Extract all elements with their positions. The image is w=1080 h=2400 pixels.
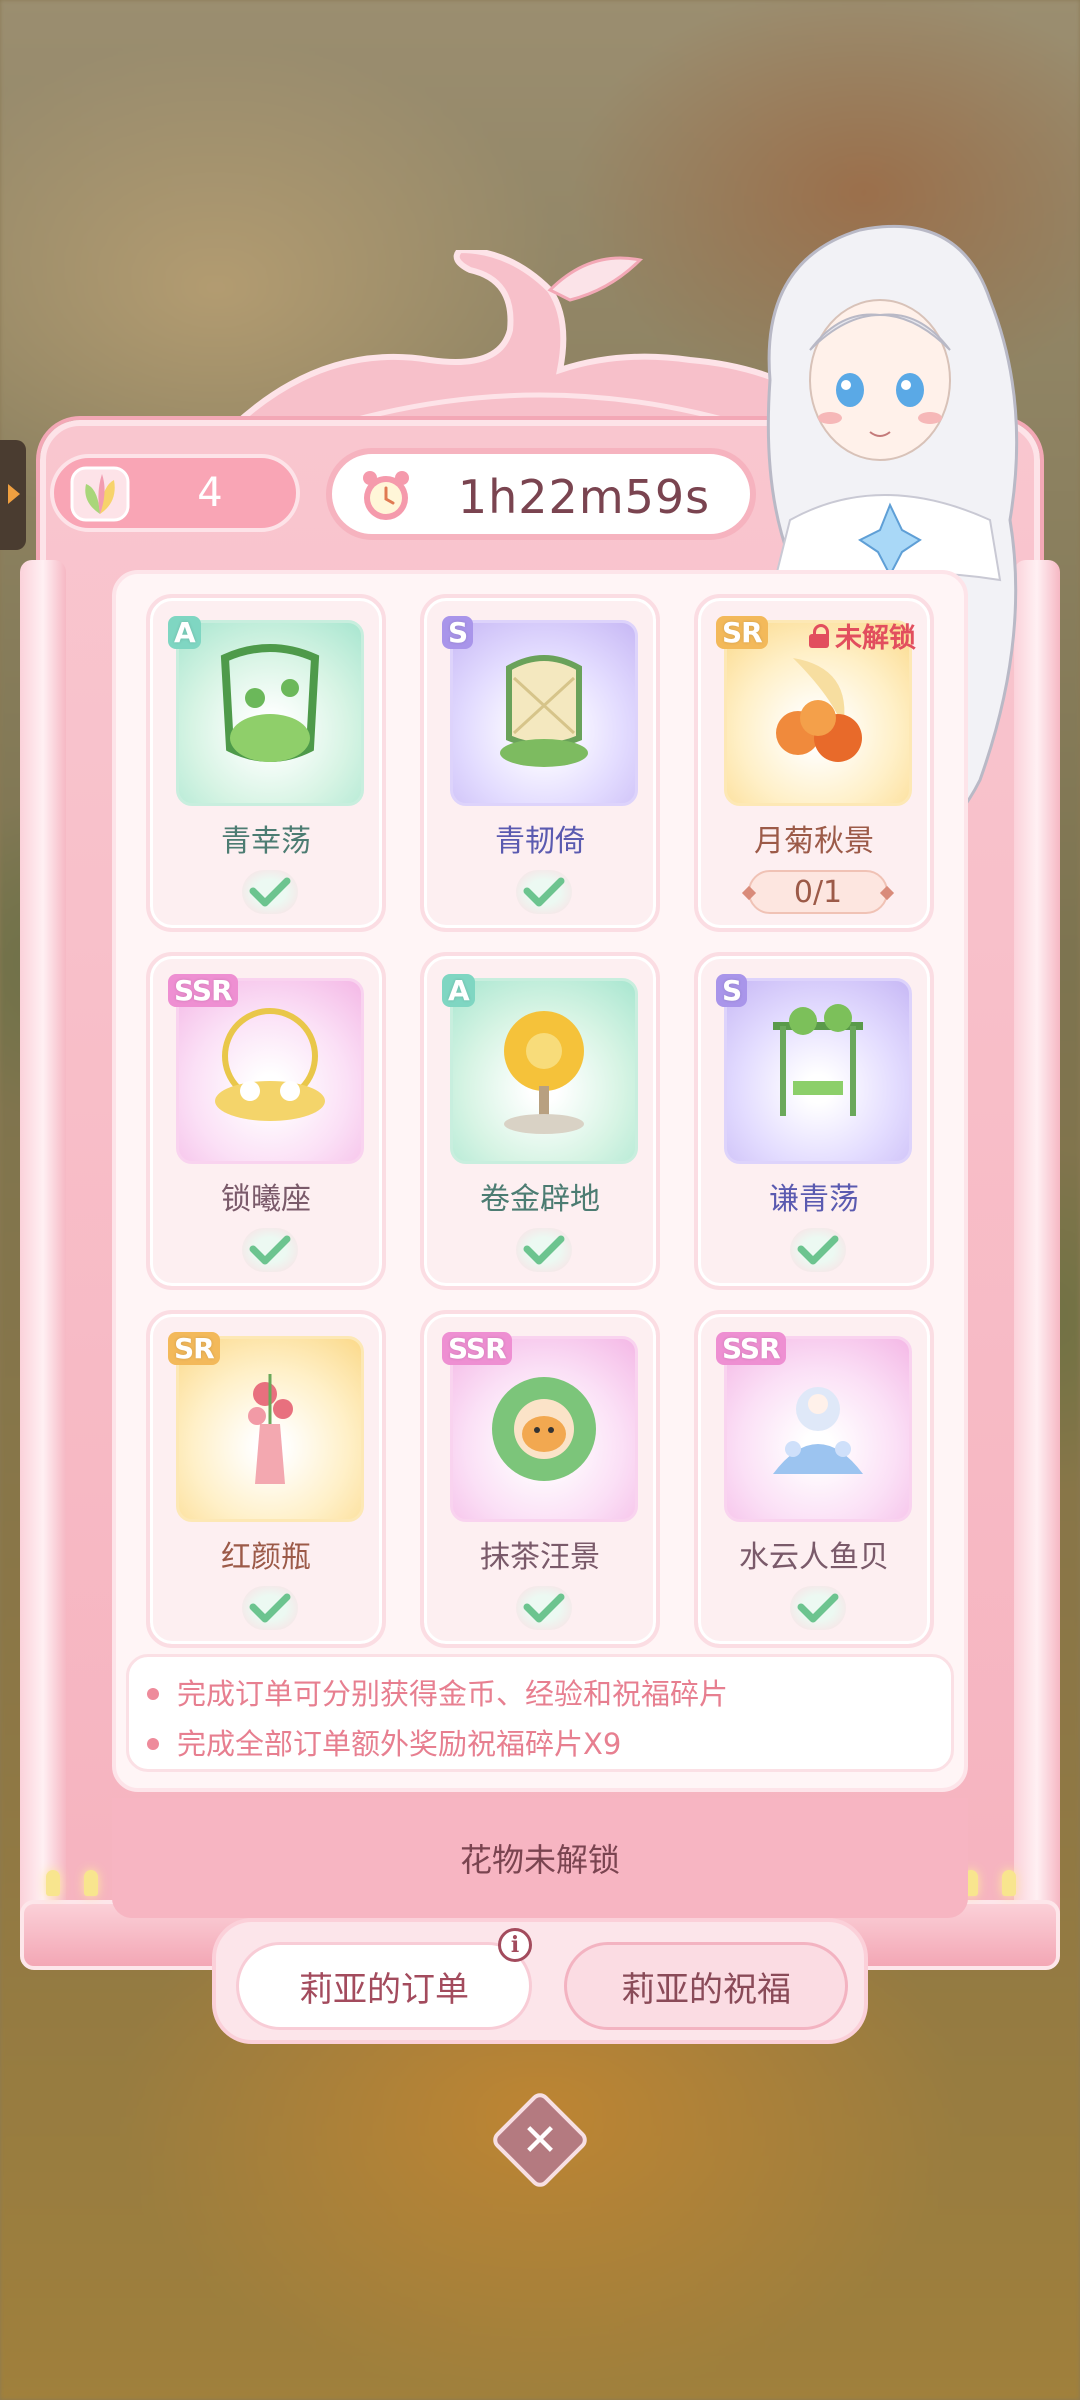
lock-icon bbox=[809, 623, 831, 648]
side-expand-tab[interactable] bbox=[0, 440, 26, 550]
alarm-clock-icon bbox=[363, 471, 409, 520]
bullet-icon bbox=[147, 1688, 159, 1700]
order-card[interactable]: SSR 锁曦座 bbox=[146, 952, 386, 1290]
order-timer: 1h22m59s bbox=[326, 448, 756, 540]
tab-lia-orders[interactable]: 莉亚的订单 bbox=[236, 1942, 532, 2030]
reward-tips: 完成订单可分别获得金币、经验和祝福碎片 完成全部订单额外奖励祝福碎片X9 bbox=[126, 1654, 954, 1772]
item-thumbnail bbox=[724, 978, 912, 1164]
locked-label: 未解锁 bbox=[809, 616, 916, 655]
golden-flower-tree-icon bbox=[504, 1011, 584, 1134]
left-pillar bbox=[20, 560, 66, 1930]
timer-countdown: 1h22m59s bbox=[457, 470, 711, 524]
rarity-badge: SSR bbox=[168, 974, 238, 1007]
completed-check-icon bbox=[790, 1586, 846, 1630]
completed-check-icon bbox=[242, 1228, 298, 1272]
order-card[interactable]: A 卷金辟地 bbox=[420, 952, 660, 1290]
bullet-icon bbox=[147, 1738, 159, 1750]
close-icon[interactable]: ✕ bbox=[504, 2104, 576, 2176]
item-name: 锁曦座 bbox=[221, 1182, 311, 1217]
order-card[interactable]: S 青韧倚 bbox=[420, 594, 660, 932]
order-card[interactable]: SR 红颜瓶 bbox=[146, 1310, 386, 1648]
completed-check-icon bbox=[516, 1586, 572, 1630]
item-thumbnail bbox=[450, 978, 638, 1164]
petal-count: 4 bbox=[197, 470, 223, 516]
rarity-badge: S bbox=[716, 974, 748, 1007]
info-icon[interactable]: i bbox=[498, 1928, 532, 1962]
unlock-status-bar: 花物未解锁 bbox=[112, 1798, 968, 1918]
petal-icon bbox=[70, 466, 130, 522]
moon-chrysanthemum-icon bbox=[776, 658, 862, 762]
order-card[interactable]: SSR 抹茶汪景 bbox=[420, 1310, 660, 1648]
completed-check-icon bbox=[516, 1228, 572, 1272]
red-flower-vase-icon bbox=[248, 1374, 293, 1484]
rarity-badge: SR bbox=[168, 1332, 220, 1365]
rarity-badge: S bbox=[442, 616, 474, 649]
petal-counter[interactable]: 4 bbox=[50, 454, 300, 532]
order-card[interactable]: S 谦青荡 bbox=[694, 952, 934, 1290]
order-progress: 0/1 bbox=[748, 870, 888, 914]
tab-lia-blessing[interactable]: 莉亚的祝福 bbox=[564, 1942, 848, 2030]
rarity-badge: SSR bbox=[716, 1332, 786, 1365]
order-grid: A 青幸荡 S 青韧倚 SR 未解锁 月菊秋景 0/1 SSR 锁曦座 A 卷金… bbox=[146, 594, 942, 1648]
rarity-badge: SR bbox=[716, 616, 768, 649]
rarity-badge: A bbox=[168, 616, 201, 649]
item-name: 红颜瓶 bbox=[221, 1540, 311, 1575]
item-name: 青幸荡 bbox=[221, 824, 311, 859]
completed-check-icon bbox=[790, 1228, 846, 1272]
order-panel: A 青幸荡 S 青韧倚 SR 未解锁 月菊秋景 0/1 SSR 锁曦座 A 卷金… bbox=[112, 570, 968, 1792]
item-thumbnail bbox=[450, 620, 638, 806]
completed-check-icon bbox=[242, 870, 298, 914]
order-card-locked[interactable]: SR 未解锁 月菊秋景 0/1 bbox=[694, 594, 934, 932]
item-name: 谦青荡 bbox=[769, 1182, 859, 1217]
item-thumbnail bbox=[176, 620, 364, 806]
flower-seat-icon bbox=[215, 1008, 325, 1121]
leaf-swing-icon bbox=[220, 644, 320, 762]
mermaid-shell-icon bbox=[773, 1387, 863, 1474]
item-name: 月菊秋景 bbox=[754, 824, 874, 859]
green-swing-icon bbox=[773, 1004, 863, 1116]
tip-line: 完成全部订单额外奖励祝福碎片X9 bbox=[147, 1719, 933, 1769]
item-name: 青韧倚 bbox=[495, 824, 585, 859]
item-name: 抹茶汪景 bbox=[480, 1540, 600, 1575]
order-card[interactable]: SSR 水云人鱼贝 bbox=[694, 1310, 934, 1648]
rarity-badge: SSR bbox=[442, 1332, 512, 1365]
bottom-tab-bar: 莉亚的订单 i 莉亚的祝福 bbox=[212, 1918, 868, 2044]
item-name: 水云人鱼贝 bbox=[739, 1540, 889, 1575]
rarity-badge: A bbox=[442, 974, 475, 1007]
tip-line: 完成订单可分别获得金币、经验和祝福碎片 bbox=[147, 1669, 933, 1719]
completed-check-icon bbox=[242, 1586, 298, 1630]
vine-chair-icon bbox=[500, 655, 588, 767]
completed-check-icon bbox=[516, 870, 572, 914]
matcha-dog-wreath-icon bbox=[492, 1377, 596, 1481]
item-name: 卷金辟地 bbox=[480, 1182, 600, 1217]
order-card[interactable]: A 青幸荡 bbox=[146, 594, 386, 932]
